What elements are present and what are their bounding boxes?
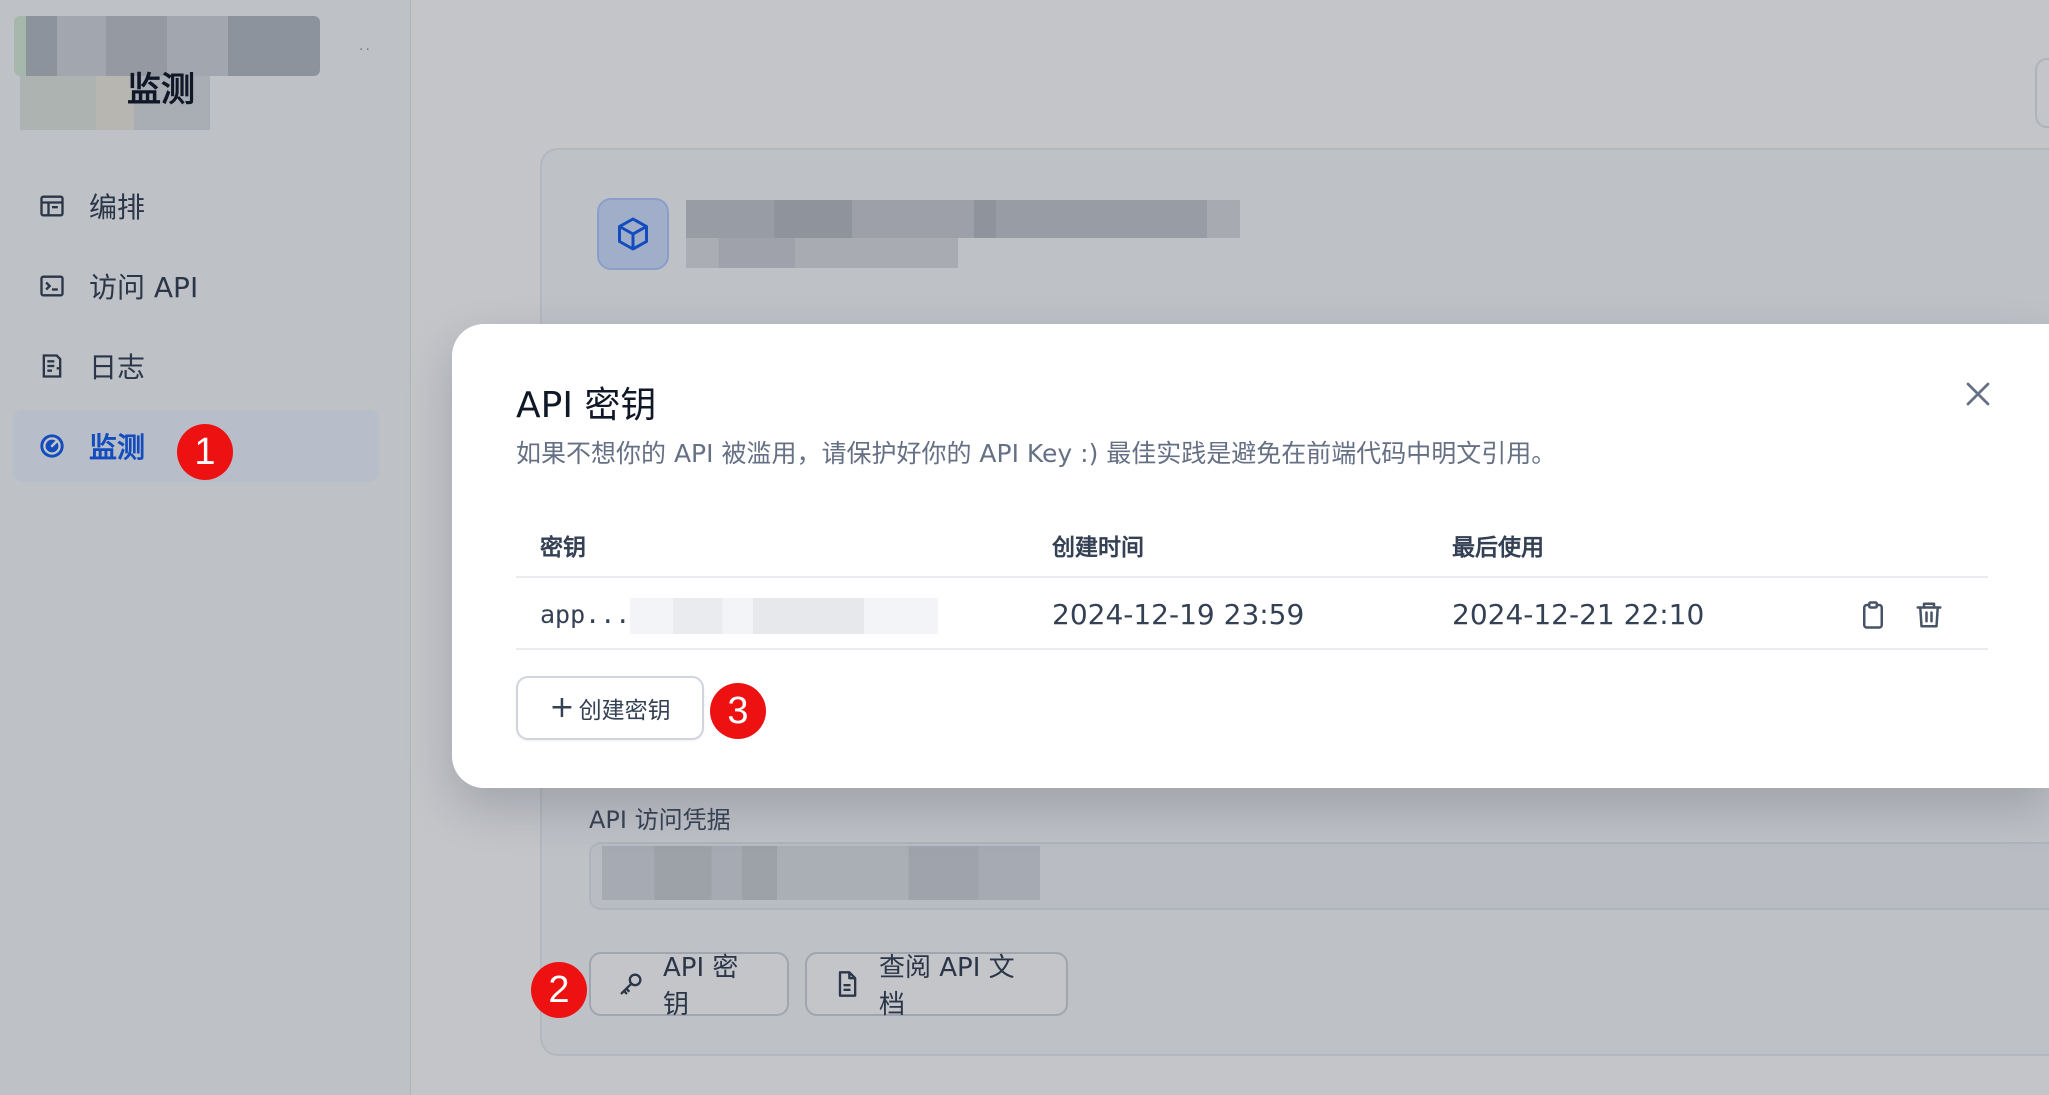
step-badge-1: 1 — [177, 424, 233, 480]
delete-trash-icon[interactable] — [1912, 598, 1946, 632]
column-header-last-used: 最后使用 — [1452, 535, 1544, 561]
column-header-key: 密钥 — [540, 535, 586, 561]
api-key-redacted — [630, 598, 938, 634]
plus-icon: + — [549, 690, 575, 725]
table-header: 密钥 创建时间 最后使用 — [516, 504, 1988, 578]
created-time: 2024-12-19 23:59 — [1052, 598, 1305, 631]
last-used-time: 2024-12-21 22:10 — [1452, 598, 1705, 631]
step-badge-2: 2 — [531, 962, 587, 1018]
modal-description: 如果不想你的 API 被滥用，请保护好你的 API Key :) 最佳实践是避免… — [516, 439, 1557, 468]
step-badge-3: 3 — [710, 683, 766, 739]
column-header-created: 创建时间 — [1052, 535, 1144, 561]
create-key-button-label: 创建密钥 — [578, 698, 671, 724]
copy-clipboard-icon[interactable] — [1856, 598, 1890, 632]
create-key-button[interactable]: + 创建密钥 — [516, 676, 704, 740]
modal-title: API 密钥 — [516, 385, 657, 426]
close-icon[interactable] — [1958, 374, 1998, 414]
api-key-table: 密钥 创建时间 最后使用 app... 2024-12-19 23:59 202… — [516, 504, 1988, 650]
api-key-value: app... — [540, 600, 631, 629]
api-key-modal: API 密钥 如果不想你的 API 被滥用，请保护好你的 API Key :) … — [452, 324, 2049, 788]
table-row: app... 2024-12-19 23:59 2024-12-21 22:10 — [516, 578, 1988, 650]
